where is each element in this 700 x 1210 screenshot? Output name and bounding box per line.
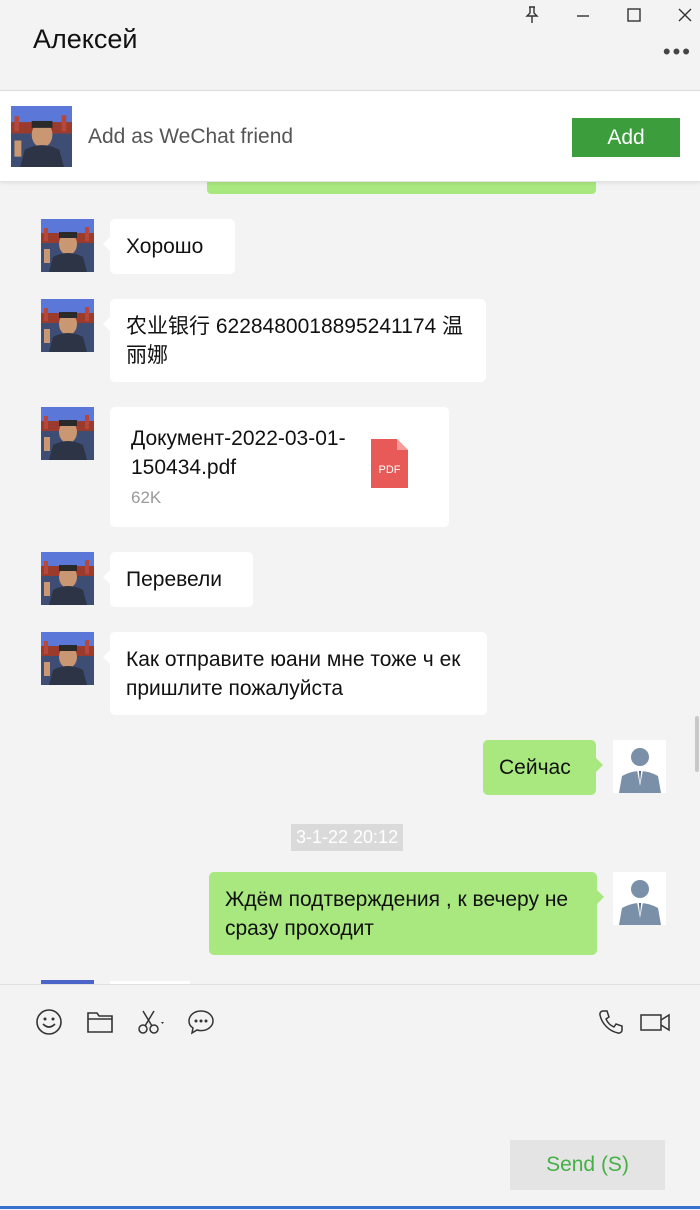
message-text: Перевели [126,568,223,591]
close-icon[interactable] [672,4,698,26]
maximize-icon[interactable] [621,4,647,26]
contact-avatar[interactable] [41,552,94,605]
file-name: Документ-2022-03-01-150434.pdf [131,427,346,479]
pdf-icon: PDF [371,439,408,488]
previous-message-bubble [207,182,596,194]
svg-text:PDF: PDF [379,464,401,476]
contact-avatar[interactable] [41,632,94,685]
message-bubble[interactable]: Как отправите юани мне тоже ч ек пришлит… [103,632,487,715]
phone-icon[interactable] [596,1007,626,1037]
title-bar: Алексей ••• [0,0,700,91]
message-text: Сейчас [499,756,571,779]
send-button[interactable]: Send (S) [510,1140,665,1190]
scissors-icon[interactable] [135,1007,169,1037]
message-text: 农业银行 6228480018895241174 温丽娜 [126,315,464,367]
file-message[interactable]: Документ-2022-03-01-150434.pdf 62K PDF [110,407,449,527]
add-friend-button[interactable]: Add [572,118,680,157]
more-icon[interactable]: ••• [663,41,692,63]
composer: Send (S) [0,984,700,1210]
folder-icon[interactable] [85,1007,115,1037]
message-input[interactable] [30,1055,674,1129]
chat-history-icon[interactable] [186,1007,216,1037]
contact-avatar[interactable] [41,219,94,272]
message-list[interactable]: Хорошо 农业银行 6228480018895241174 温丽娜 Доку… [0,182,700,984]
my-avatar[interactable] [613,740,666,793]
chat-title: Алексей [33,24,138,54]
video-icon[interactable] [638,1007,672,1037]
message-text: Хорошо [126,235,204,258]
message-bubble[interactable]: Сейчас [483,740,603,795]
minimize-icon[interactable] [570,4,596,26]
message-bubble[interactable]: Перевели [103,552,253,607]
scrollbar[interactable] [695,716,699,772]
message-bubble[interactable]: Ждём подтверждения , к вечеру не сразу п… [209,872,604,955]
message-bubble[interactable]: Хорошо [103,219,235,274]
message-text: Как отправите юани мне тоже ч ек пришлит… [126,648,461,700]
contact-avatar[interactable] [41,407,94,460]
message-timestamp: 3-1-22 20:12 [291,824,404,851]
my-avatar[interactable] [613,872,666,925]
add-friend-text: Add as WeChat friend [88,125,294,148]
pin-icon[interactable] [519,4,545,26]
emoji-icon[interactable] [34,1007,64,1037]
file-size: 62K [131,488,162,507]
add-friend-bar: Add as WeChat friend Add [0,91,700,182]
contact-avatar[interactable] [11,106,72,167]
message-text: Ждём подтверждения , к вечеру не сразу п… [225,888,569,940]
contact-avatar[interactable] [41,299,94,352]
message-bubble[interactable]: 农业银行 6228480018895241174 温丽娜 [103,299,486,382]
